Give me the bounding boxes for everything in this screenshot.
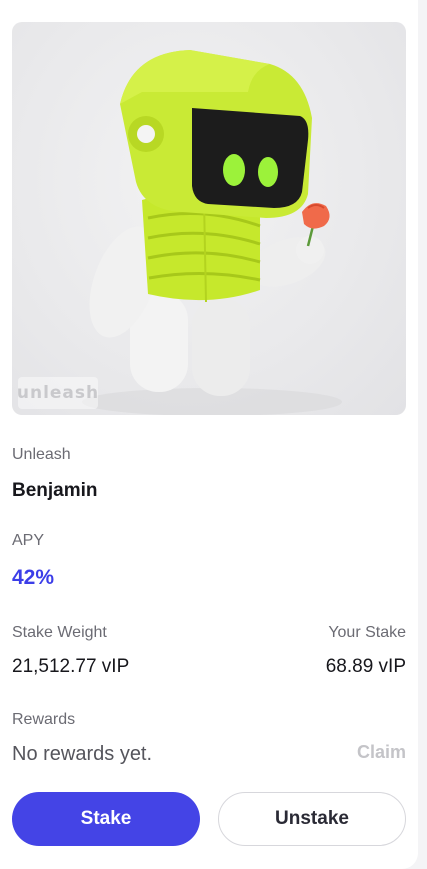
claim-button[interactable]: Claim bbox=[357, 742, 406, 763]
stake-weight-label: Stake Weight bbox=[12, 624, 107, 641]
apy-value: 42% bbox=[12, 566, 55, 589]
nft-name: Benjamin bbox=[12, 480, 98, 501]
nft-image[interactable]: unleash bbox=[12, 22, 406, 415]
stake-weight-value: 21,512.77 vIP bbox=[12, 656, 130, 677]
watermark-logo: unleash bbox=[17, 377, 98, 409]
robot-illustration bbox=[82, 50, 342, 415]
apy-label: APY bbox=[12, 532, 45, 549]
rewards-label: Rewards bbox=[12, 711, 76, 728]
unstake-button[interactable]: Unstake bbox=[218, 792, 406, 846]
collection-name: Unleash bbox=[12, 446, 71, 463]
nft-card: unleash Unleash Benjamin APY 42% Stake W… bbox=[0, 0, 418, 869]
your-stake-value: 68.89 vIP bbox=[325, 656, 406, 677]
stake-button[interactable]: Stake bbox=[12, 792, 200, 846]
rewards-value: No rewards yet. bbox=[12, 743, 153, 765]
your-stake-label: Your Stake bbox=[328, 624, 406, 641]
